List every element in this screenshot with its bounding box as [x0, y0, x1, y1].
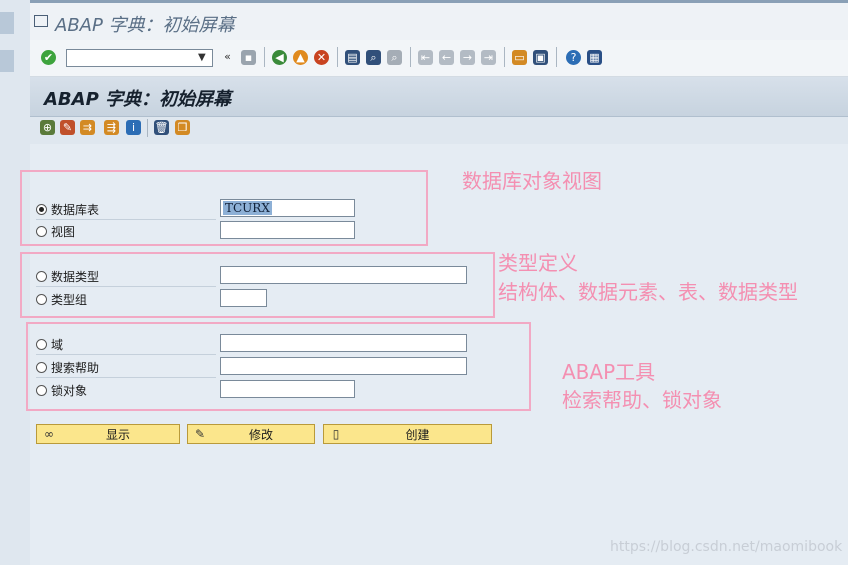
new-session-icon[interactable]: ▭ — [512, 50, 527, 65]
info-icon[interactable]: i — [126, 120, 141, 135]
exit-icon[interactable]: ▲ — [293, 50, 308, 65]
window-title: ABAP 字典：初始屏幕 — [55, 15, 235, 36]
next-page-icon[interactable]: → — [460, 50, 475, 65]
check-icon[interactable]: ✔ — [41, 50, 56, 65]
display-button-label: 显示 — [105, 427, 130, 442]
create-button-label: 创建 — [405, 427, 430, 442]
back-icon[interactable]: ◀ — [272, 50, 287, 65]
annotation-frame — [20, 252, 495, 318]
print-icon[interactable]: ▤ — [345, 50, 360, 65]
find-next-icon[interactable]: ⌕ — [387, 50, 402, 65]
command-field[interactable] — [66, 49, 213, 67]
edit-icon[interactable]: ✎ — [60, 120, 75, 135]
where-used-icon[interactable]: ⇶ — [104, 120, 119, 135]
pencil-icon: ✎ — [194, 427, 206, 441]
find-icon[interactable]: ⌕ — [366, 50, 381, 65]
delete-icon[interactable]: 🗑 — [154, 120, 169, 135]
new-document-icon: ▯ — [332, 427, 340, 441]
annotation-note: 数据库对象视图 — [462, 169, 602, 193]
watermark: https://blog.csdn.net/maomibook — [610, 539, 843, 555]
change-button[interactable]: ✎ 修改 — [187, 424, 315, 444]
annotation-frame — [26, 322, 531, 411]
background-window-tab — [0, 50, 14, 72]
change-button-label: 修改 — [248, 427, 273, 442]
copy-icon[interactable]: ⇉ — [80, 120, 95, 135]
create-button[interactable]: ▯ 创建 — [323, 424, 492, 444]
prev-page-icon[interactable]: ← — [439, 50, 454, 65]
annotation-note: ABAP工具 — [562, 360, 656, 384]
window-icon — [34, 15, 48, 27]
annotation-frame — [20, 170, 428, 246]
annotation-note: 检索帮助、锁对象 — [562, 388, 722, 412]
application-toolbar — [30, 117, 848, 144]
page-title: ABAP 字典：初始屏幕 — [44, 89, 232, 110]
other-object-icon[interactable]: ⊕ — [40, 120, 55, 135]
chevron-down-icon[interactable]: ▼ — [198, 52, 206, 63]
background-window-tab — [0, 12, 14, 34]
settings-icon[interactable]: ▦ — [587, 50, 602, 65]
first-page-icon[interactable]: ⇤ — [418, 50, 433, 65]
glasses-icon: ∞ — [44, 427, 54, 441]
save-icon[interactable]: ▪ — [241, 50, 256, 65]
last-page-icon[interactable]: ⇥ — [481, 50, 496, 65]
display-button[interactable]: ∞ 显示 — [36, 424, 180, 444]
back-arrows-icon[interactable]: « — [220, 49, 235, 64]
copy-object-icon[interactable]: ❐ — [175, 120, 190, 135]
annotation-note: 结构体、数据元素、表、数据类型 — [498, 280, 798, 304]
help-icon[interactable]: ? — [566, 50, 581, 65]
cancel-icon[interactable]: ✕ — [314, 50, 329, 65]
shortcut-icon[interactable]: ▣ — [533, 50, 548, 65]
annotation-note: 类型定义 — [498, 251, 578, 275]
